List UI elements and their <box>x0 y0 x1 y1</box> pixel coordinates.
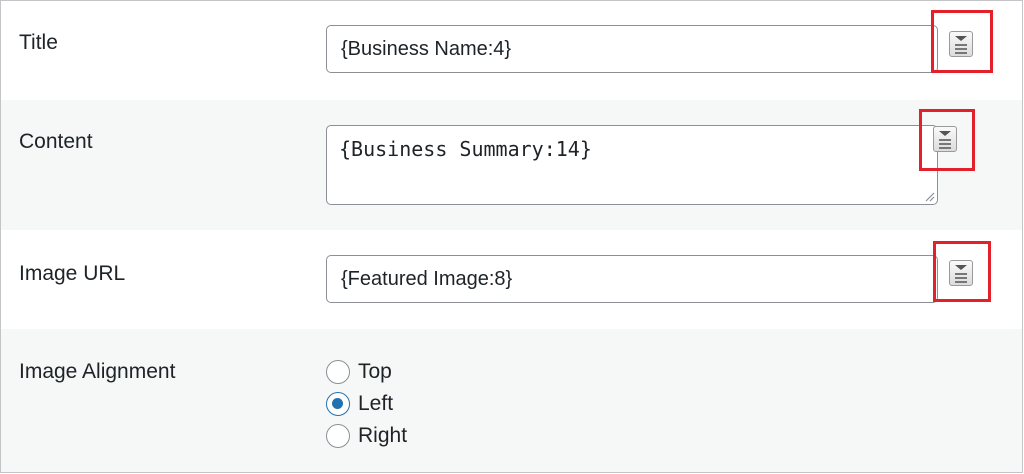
row-image-alignment: Image Alignment <box>1 329 1022 472</box>
image-url-input[interactable]: {Featured Image:8} <box>326 255 938 303</box>
merge-tag-icon[interactable] <box>949 31 973 57</box>
image-alignment-radio-group: Top Left Right <box>326 356 407 452</box>
radio-option-right[interactable]: Right <box>326 420 407 452</box>
image-url-label: Image URL <box>19 262 126 285</box>
content-value: {Business Summary:14} <box>339 137 592 161</box>
merge-tag-icon[interactable] <box>933 126 957 152</box>
radio-label-left[interactable]: Left <box>358 392 393 416</box>
row-content: Content {Business Summary:14} <box>1 100 1022 230</box>
radio-right[interactable] <box>326 424 350 448</box>
content-textarea[interactable]: {Business Summary:14} <box>326 125 938 205</box>
radio-option-left[interactable]: Left <box>326 388 407 420</box>
radio-option-top[interactable]: Top <box>326 356 407 388</box>
title-label: Title <box>19 31 58 54</box>
form-table: Title {Business Name:4} Content {Busines… <box>0 0 1023 473</box>
merge-tag-icon[interactable] <box>949 260 973 286</box>
content-label: Content <box>19 130 93 153</box>
radio-label-right[interactable]: Right <box>358 424 407 448</box>
resize-handle-icon[interactable] <box>923 190 935 202</box>
title-input[interactable]: {Business Name:4} <box>326 25 938 73</box>
row-title: Title {Business Name:4} <box>1 1 1022 100</box>
radio-top[interactable] <box>326 360 350 384</box>
radio-label-top[interactable]: Top <box>358 360 392 384</box>
image-alignment-label: Image Alignment <box>19 360 176 383</box>
radio-left[interactable] <box>326 392 350 416</box>
row-image-url: Image URL {Featured Image:8} <box>1 230 1022 329</box>
